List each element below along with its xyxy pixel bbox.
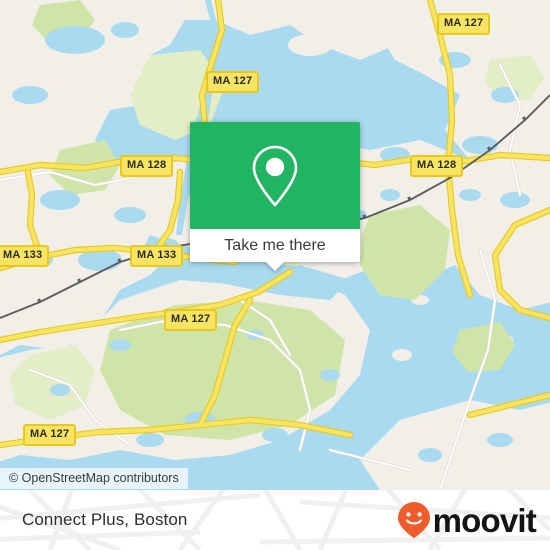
moovit-smiley-pin-icon [397,502,430,538]
moovit-wordmark: moovit [432,501,537,539]
location-callout-card[interactable]: Take me there [190,122,360,271]
location-pin-icon [252,145,298,206]
road-shield: MA 133 [0,245,50,267]
moovit-logo[interactable]: moovit [397,501,537,539]
road-shield: MA 127 [206,71,260,93]
callout-action-panel[interactable]: Take me there [190,229,360,271]
take-me-there-label: Take me there [224,236,326,254]
road-shield: MA 127 [23,424,77,446]
road-shield: MA 133 [130,245,184,267]
callout-pointer [265,261,285,271]
map-attribution[interactable]: © OpenStreetMap contributors [0,468,188,489]
callout-icon-panel [190,122,360,229]
moovit-map-screen: MA 127 MA 127 MA 128 MA 128 MA 133 MA 13… [0,0,550,550]
place-title: Connect Plus, Boston [22,510,188,529]
road-shield: MA 127 [437,13,491,35]
footer-bar: Connect Plus, Boston moovit [0,490,550,550]
road-shield: MA 128 [410,155,464,177]
road-shield: MA 127 [164,309,218,331]
road-shield: MA 128 [120,155,174,177]
